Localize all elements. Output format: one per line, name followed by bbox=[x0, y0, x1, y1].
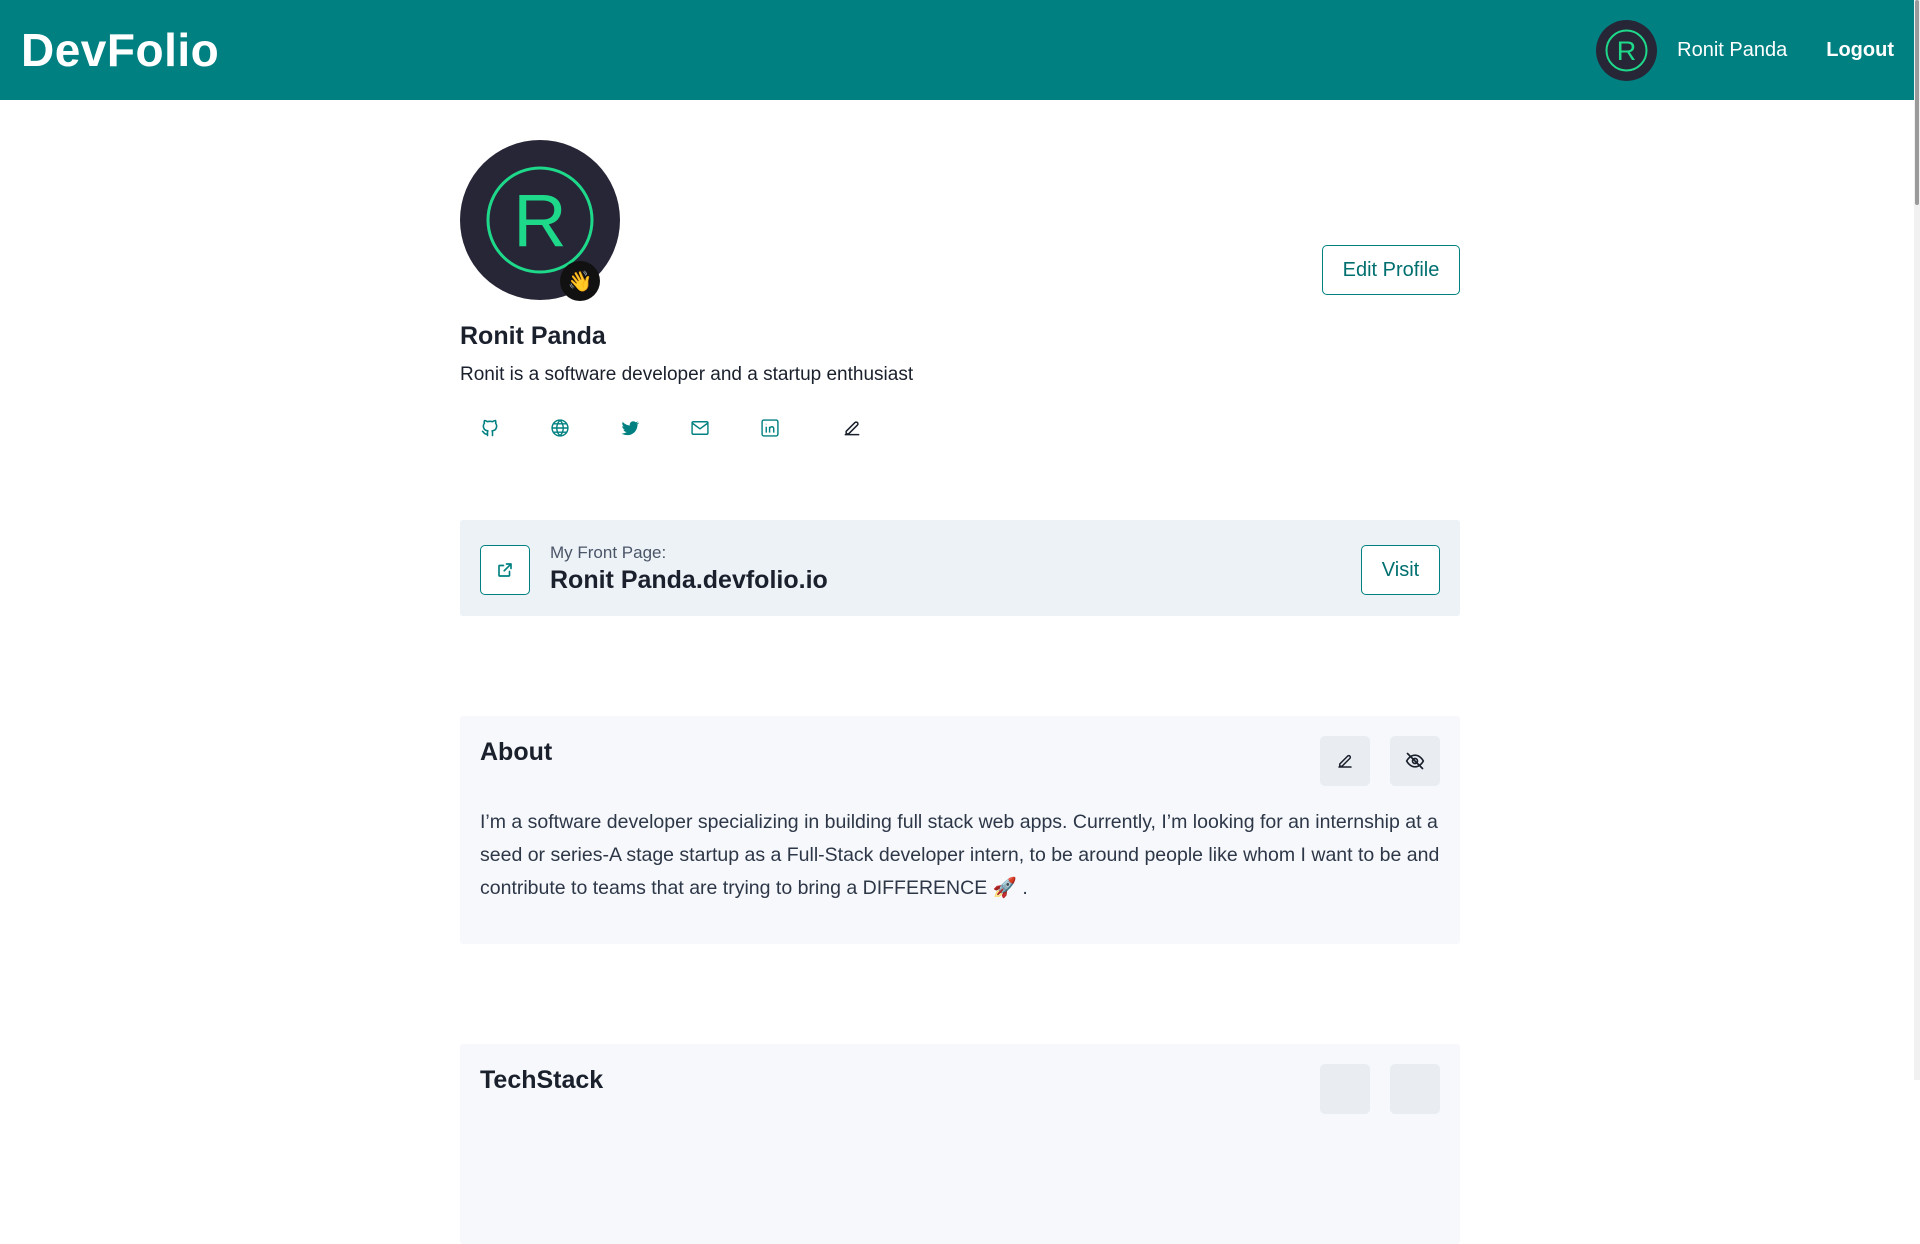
front-page-label: My Front Page: bbox=[550, 543, 667, 562]
about-text: I’m a software developer specializing in… bbox=[480, 811, 1440, 899]
edit-techstack-button[interactable] bbox=[1320, 1064, 1370, 1114]
external-link-icon[interactable] bbox=[480, 545, 530, 595]
front-page-url[interactable]: Ronit Panda.devfolio.io bbox=[550, 566, 828, 595]
mail-icon[interactable] bbox=[688, 416, 712, 440]
eye-off-icon bbox=[1405, 752, 1425, 770]
profile-name: Ronit Panda bbox=[460, 322, 606, 350]
globe-icon[interactable] bbox=[548, 416, 572, 440]
social-links bbox=[478, 416, 910, 440]
edit-socials-icon[interactable] bbox=[840, 416, 864, 440]
edit-profile-button[interactable]: Edit Profile bbox=[1322, 245, 1460, 295]
pencil-icon bbox=[1338, 754, 1352, 768]
avatar-ring-icon: R bbox=[1605, 29, 1648, 71]
nav-right: R Ronit Panda Logout bbox=[1596, 19, 1894, 81]
about-section: About I’m a software developer specializ… bbox=[460, 716, 1460, 944]
profile-main: R 👋 Edit Profile Ronit Panda Ronit is a … bbox=[460, 100, 1460, 1244]
hide-techstack-button[interactable] bbox=[1390, 1064, 1440, 1114]
nav-user-name[interactable]: Ronit Panda bbox=[1677, 39, 1787, 62]
front-page-card: My Front Page: Ronit Panda.devfolio.io V… bbox=[460, 520, 1460, 616]
twitter-icon[interactable] bbox=[618, 416, 642, 440]
about-title: About bbox=[480, 738, 553, 766]
profile-avatar-letter: R bbox=[513, 179, 566, 262]
scrollbar-thumb[interactable] bbox=[1915, 0, 1919, 205]
page-scrollbar[interactable] bbox=[1914, 0, 1920, 1080]
profile-header: R 👋 Edit Profile Ronit Panda Ronit is a … bbox=[460, 100, 1460, 540]
github-icon[interactable] bbox=[478, 416, 502, 440]
waving-hand-icon: 👋 bbox=[560, 261, 600, 301]
nav-avatar[interactable]: R bbox=[1596, 19, 1658, 81]
visit-button[interactable]: Visit bbox=[1361, 545, 1440, 595]
techstack-title: TechStack bbox=[480, 1066, 604, 1094]
techstack-section: TechStack bbox=[460, 1044, 1460, 1244]
nav-avatar-letter: R bbox=[1617, 36, 1637, 66]
brand-logo[interactable]: DevFolio bbox=[21, 23, 219, 77]
linkedin-icon[interactable] bbox=[758, 416, 782, 440]
top-navbar: DevFolio R Ronit Panda Logout bbox=[0, 0, 1914, 100]
profile-bio: Ronit is a software developer and a star… bbox=[460, 364, 914, 385]
hide-about-button[interactable] bbox=[1390, 736, 1440, 786]
logout-button[interactable]: Logout bbox=[1826, 39, 1894, 62]
edit-about-button[interactable] bbox=[1320, 736, 1370, 786]
